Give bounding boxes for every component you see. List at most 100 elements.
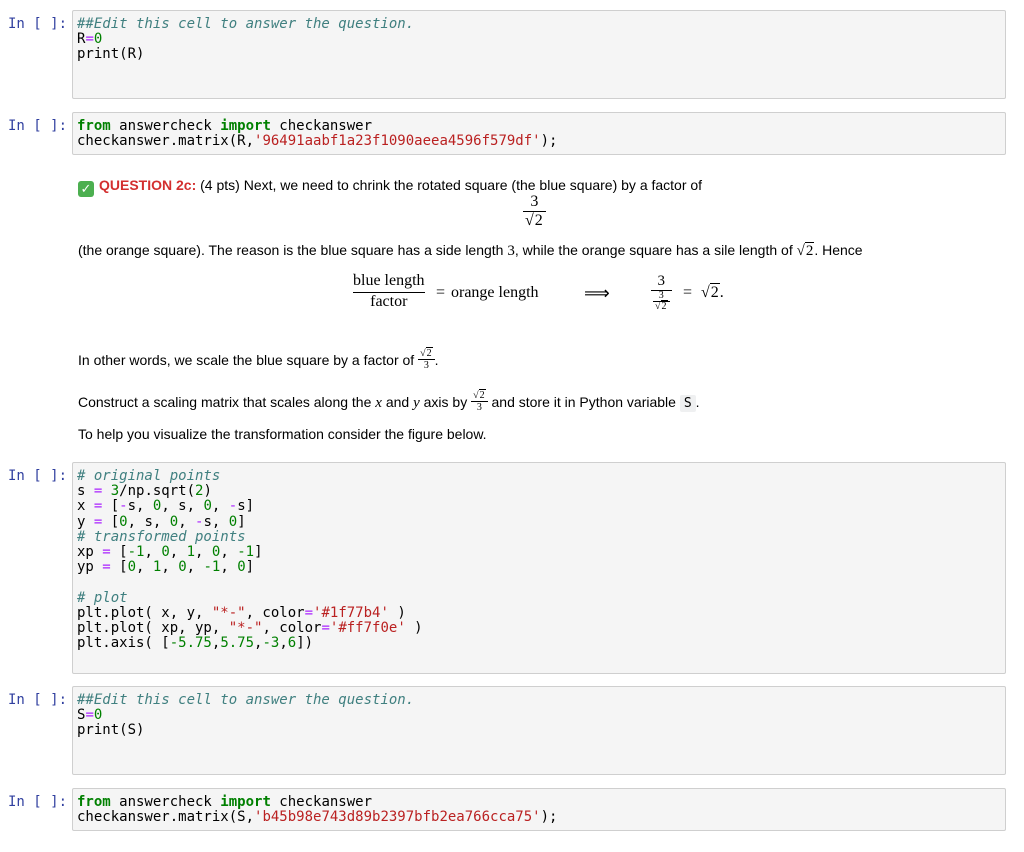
- code-token: , s,: [161, 498, 204, 515]
- equation-left-fraction: blue length factor: [353, 272, 425, 311]
- code-token: 0: [127, 559, 137, 576]
- paragraph-2: (the orange square). The reason is the b…: [78, 241, 863, 260]
- code-token: plt.plot( x, y,: [77, 604, 212, 621]
- code-token: /np.sqrt(: [119, 483, 196, 500]
- code-token: =: [304, 604, 314, 621]
- paragraph-3: In other words, we scale the blue square…: [78, 347, 439, 371]
- code-number: 0: [93, 31, 103, 48]
- code-token: checkanswer: [270, 118, 373, 134]
- equation-orange-length: orange length: [451, 284, 539, 301]
- math-variable-x: x: [375, 395, 382, 411]
- code-comment: ##Edit this cell to answer the question.: [77, 16, 415, 32]
- code-token: 0: [161, 544, 170, 561]
- code-line: print(R): [77, 46, 145, 63]
- code-token: -1: [203, 559, 221, 576]
- code-token: =: [93, 483, 111, 500]
- code-token: -: [228, 498, 238, 515]
- code-token: ,: [161, 559, 179, 576]
- code-token: ,: [144, 544, 162, 561]
- code-token: , color: [262, 620, 322, 637]
- code-token: ,: [211, 498, 229, 515]
- code-token: ]: [237, 513, 246, 530]
- code-token: answercheck: [110, 118, 221, 134]
- question-text: (4 pts) Next, we need to chrink the rota…: [196, 177, 703, 193]
- code-token: -1: [127, 544, 145, 561]
- fraction-numerator: blue length: [353, 272, 425, 293]
- code-token: answercheck: [110, 794, 221, 810]
- code-token: 0: [169, 513, 179, 530]
- code-token: 3: [110, 483, 120, 500]
- paragraph-text: Construct a scaling matrix that scales a…: [78, 394, 376, 410]
- code-editor-3[interactable]: # original points s = 3/np.sqrt(2) x = […: [72, 462, 1006, 674]
- code-editor-4[interactable]: ##Edit this cell to answer the question.…: [72, 686, 1006, 775]
- code-token: ]: [254, 544, 263, 561]
- code-keyword: import: [220, 794, 271, 810]
- code-editor-5[interactable]: from answercheck import checkanswer chec…: [72, 788, 1006, 831]
- code-token: -3: [262, 635, 280, 652]
- fraction-numerator: 3: [523, 193, 546, 212]
- code-token: s: [77, 483, 94, 500]
- sqrt-radicand: 2: [533, 211, 544, 229]
- paragraph-period: .: [695, 394, 700, 410]
- code-token: plt.plot( xp, yp,: [77, 620, 229, 637]
- code-token: 5.75: [220, 635, 255, 652]
- code-token: x: [77, 498, 94, 515]
- code-token: =: [93, 513, 111, 530]
- code-operator: =: [85, 707, 94, 724]
- code-token: -1: [237, 544, 255, 561]
- code-line: print(S): [77, 722, 145, 739]
- code-comment: # transformed points: [77, 528, 246, 545]
- code-token: 0: [203, 498, 212, 515]
- code-comment: ##Edit this cell to answer the question.: [77, 692, 415, 708]
- code-token: checkanswer.matrix(R,: [77, 133, 255, 150]
- cell-prompt: In [ ]:: [8, 468, 68, 484]
- equation-right-equals: =: [683, 284, 693, 301]
- code-token: ,: [220, 544, 238, 561]
- code-keyword: from: [77, 118, 111, 134]
- code-token: =: [93, 498, 111, 515]
- sqrt-expression: √2: [796, 242, 815, 259]
- code-editor-2[interactable]: from answercheck import checkanswer chec…: [72, 112, 1006, 155]
- paragraph-text: axis by: [419, 394, 472, 410]
- code-token: );: [540, 133, 558, 150]
- code-token: ): [388, 604, 406, 621]
- question-heading-line: ✓ QUESTION 2c: (4 pts) Next, we need to c…: [78, 176, 702, 197]
- code-keyword: import: [220, 118, 271, 134]
- code-token: ,: [136, 559, 153, 576]
- code-token: ]): [296, 635, 314, 652]
- code-token: ): [203, 483, 212, 500]
- code-token: [: [110, 498, 120, 515]
- code-comment: # plot: [77, 589, 128, 606]
- paragraph-5: To help you visualize the transformation…: [78, 426, 487, 442]
- code-number: 0: [93, 707, 103, 724]
- fraction-denominator: 3: [476, 402, 482, 413]
- code-operator: =: [85, 31, 94, 48]
- code-token: );: [540, 809, 558, 826]
- paragraph-text: and store it in Python variable: [487, 394, 680, 410]
- code-token: 0: [119, 513, 128, 530]
- code-string: 'b45b98e743d89b2397bfb2ea766cca75': [254, 809, 541, 826]
- paragraph-text: . Hence: [814, 242, 863, 258]
- cell-prompt: In [ ]:: [8, 16, 68, 32]
- code-token: , s,: [127, 513, 170, 530]
- equation-right-fraction: 3 3 √2: [651, 273, 672, 312]
- code-token: y: [77, 513, 94, 530]
- code-token: [: [119, 544, 128, 561]
- sqrt-radicand: 2: [660, 300, 668, 312]
- code-token: 0: [228, 513, 238, 530]
- code-editor-1[interactable]: ##Edit this cell to answer the question.…: [72, 10, 1006, 99]
- code-token: [: [119, 559, 128, 576]
- inline-fraction: √2 3: [471, 389, 488, 413]
- factor-fraction: 3 √2: [523, 193, 546, 230]
- equation-equals: =: [436, 284, 446, 301]
- code-token: [: [110, 513, 120, 530]
- equation-period: .: [719, 284, 724, 301]
- code-token: =: [102, 559, 120, 576]
- fraction-denominator: 3: [423, 360, 429, 371]
- code-token: 0: [237, 559, 246, 576]
- code-token: '#ff7f0e': [329, 620, 406, 637]
- code-token: '#1f77b4': [313, 604, 389, 621]
- paragraph-period: .: [434, 352, 439, 368]
- code-token: "*-": [228, 620, 263, 637]
- fraction-denominator: factor: [370, 293, 408, 310]
